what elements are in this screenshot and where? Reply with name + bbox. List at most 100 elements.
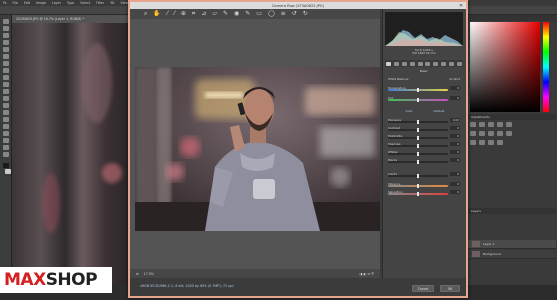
default-link[interactable]: Default [434, 109, 445, 113]
menu-item-file[interactable]: File [13, 1, 18, 5]
slider-value-field[interactable]: 0 [450, 133, 460, 138]
move-tool-icon[interactable] [3, 19, 9, 24]
hand-tool-icon[interactable] [3, 145, 9, 150]
pen-tool-icon[interactable] [3, 117, 9, 122]
rotate-right-icon[interactable]: ↻ [303, 11, 308, 17]
workflow-options-link[interactable]: sRGB IEC61966-2.1; 8 bit; 1040 by 693 (0… [140, 284, 234, 288]
menu-item-view[interactable]: View [121, 1, 129, 5]
layer-row[interactable]: Layer 1 [468, 240, 556, 249]
brightness-contrast-icon[interactable] [470, 122, 476, 127]
color-balance-icon[interactable] [479, 131, 485, 136]
zoom-out-button[interactable]: ⊟ [136, 272, 139, 276]
gradient-tool-icon[interactable] [3, 96, 9, 101]
presets-tab-icon[interactable] [448, 61, 454, 66]
menu-item-3d[interactable]: 3D [110, 1, 114, 5]
photo-filter-icon[interactable] [497, 131, 503, 136]
hand-tool-icon[interactable]: ✋ [153, 11, 160, 17]
slider-value-field[interactable]: 0 [450, 189, 460, 194]
document-tab[interactable]: 20190625.JPG @ 16.7% (Layer 1, RGB/8) * [12, 15, 130, 23]
channel-mixer-icon[interactable] [506, 131, 512, 136]
rotate-left-icon[interactable]: ↺ [292, 11, 297, 17]
zoom-level[interactable]: 17.5% [144, 272, 154, 276]
slider-thumb[interactable] [417, 192, 419, 196]
red-eye-tool-icon[interactable]: ◉ [234, 11, 239, 17]
crop-tool-icon[interactable] [3, 47, 9, 52]
zoom-tool-icon[interactable] [3, 152, 9, 157]
zoom-tool-icon[interactable]: ⌕ [144, 11, 147, 17]
snapshots-tab-icon[interactable] [456, 61, 462, 66]
hue-slider[interactable] [543, 22, 549, 112]
preview-photo[interactable] [135, 67, 380, 231]
detail-tab-icon[interactable] [401, 61, 407, 66]
auto-link[interactable]: Auto [406, 109, 413, 113]
foreground-color-swatch[interactable] [3, 163, 9, 168]
hsl-tab-icon[interactable] [409, 61, 415, 66]
eyedropper-tool-icon[interactable] [3, 54, 9, 59]
blur-tool-icon[interactable] [3, 103, 9, 108]
slider-value-field[interactable]: 0 [450, 181, 460, 186]
gradient-map-icon[interactable] [497, 140, 503, 145]
white-balance-tool-icon[interactable]: ⁄ [167, 11, 168, 17]
color-sampler-tool-icon[interactable]: ⁄ [174, 11, 175, 17]
history-brush-tool-icon[interactable] [3, 82, 9, 87]
radial-filter-icon[interactable]: ◯ [268, 11, 275, 17]
posterize-icon[interactable] [479, 140, 485, 145]
targeted-adjustment-tool-icon[interactable]: ⊕ [181, 11, 186, 17]
color-picker-field[interactable] [470, 22, 540, 112]
slider-thumb[interactable] [417, 160, 419, 164]
invert-icon[interactable] [470, 140, 476, 145]
close-icon[interactable]: ✕ [456, 2, 466, 9]
adjustment-brush-icon[interactable]: ✎ [245, 11, 250, 17]
effects-tab-icon[interactable] [433, 61, 439, 66]
eraser-tool-icon[interactable] [3, 89, 9, 94]
exposure-icon[interactable] [497, 122, 503, 127]
background-color-swatch[interactable] [5, 169, 11, 174]
ok-button[interactable]: OK [440, 285, 460, 292]
brush-tool-icon[interactable] [3, 68, 9, 73]
preferences-icon[interactable]: ≡ [281, 11, 286, 17]
quick-select-tool-icon[interactable] [3, 40, 9, 45]
black-white-icon[interactable] [488, 131, 494, 136]
menu-item-select[interactable]: Select [80, 1, 90, 5]
slider-value-field[interactable]: 0 [450, 141, 460, 146]
slider-thumb[interactable] [417, 98, 419, 102]
type-tool-icon[interactable] [3, 124, 9, 129]
slider-value-field[interactable]: 0 [450, 171, 460, 176]
levels-icon[interactable] [479, 122, 485, 127]
slider-thumb[interactable] [417, 88, 419, 92]
slider-value-field[interactable]: 0 [450, 125, 460, 130]
slider-value-field[interactable]: 0.00 [450, 117, 460, 122]
slider-value-field[interactable]: 0 [450, 85, 460, 90]
vibrance-icon[interactable] [506, 122, 512, 127]
curves-icon[interactable] [488, 122, 494, 127]
shape-tool-icon[interactable] [3, 138, 9, 143]
threshold-icon[interactable] [488, 140, 494, 145]
before-after-toggle-icon[interactable]: ◨ ◧ ⇄ ☰ [359, 272, 374, 276]
menu-item-layer[interactable]: Layer [52, 1, 61, 5]
transform-tool-icon[interactable]: ▱ [212, 11, 217, 17]
dodge-tool-icon[interactable] [3, 110, 9, 115]
lens-tab-icon[interactable] [425, 61, 431, 66]
basic-tab-icon[interactable] [386, 61, 392, 66]
menu-item-edit[interactable]: Edit [24, 1, 30, 5]
white-balance-select[interactable]: As Shot [449, 77, 460, 81]
lasso-tool-icon[interactable] [3, 33, 9, 38]
stamp-tool-icon[interactable] [3, 75, 9, 80]
marquee-tool-icon[interactable] [3, 26, 9, 31]
calibration-tab-icon[interactable] [440, 61, 446, 66]
menu-item-filter[interactable]: Filter [96, 1, 104, 5]
slider-value-field[interactable]: 0 [450, 157, 460, 162]
crop-tool-icon[interactable]: ⌗ [192, 11, 195, 17]
slider-value-field[interactable]: 0 [450, 149, 460, 154]
spot-removal-tool-icon[interactable]: ✎ [223, 11, 228, 17]
path-select-tool-icon[interactable] [3, 131, 9, 136]
healing-tool-icon[interactable] [3, 61, 9, 66]
tone-curve-tab-icon[interactable] [394, 61, 400, 66]
hue-saturation-icon[interactable] [470, 131, 476, 136]
slider-thumb[interactable] [417, 174, 419, 178]
cancel-button[interactable]: Cancel [412, 285, 434, 292]
menu-item-ps[interactable]: Ps [3, 1, 7, 5]
document-canvas[interactable] [12, 23, 130, 285]
layer-row[interactable]: Background [468, 250, 556, 259]
straighten-tool-icon[interactable]: ⊿ [201, 11, 206, 17]
